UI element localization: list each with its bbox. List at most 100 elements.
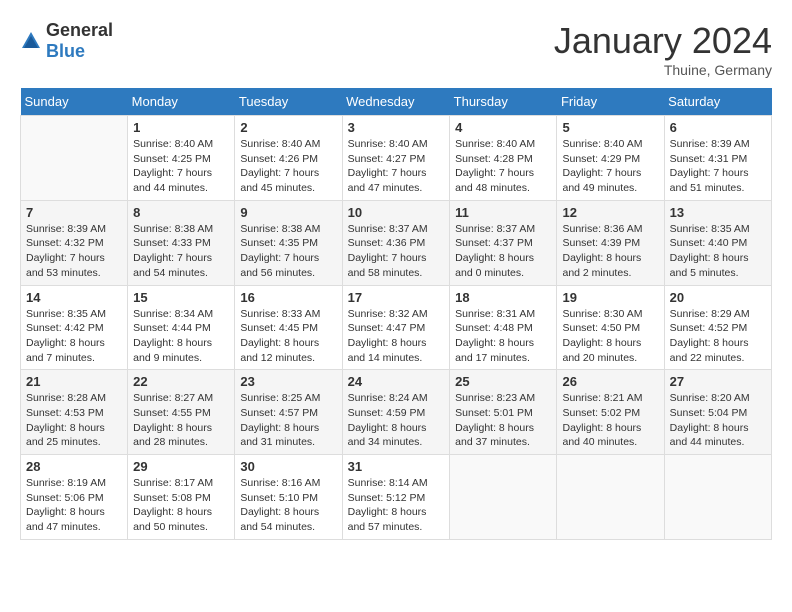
calendar-cell: 20 Sunrise: 8:29 AMSunset: 4:52 PMDayligh… (664, 285, 771, 370)
calendar-cell: 5Sunrise: 8:40 AMSunset: 4:29 PMDaylight… (557, 116, 664, 201)
calendar-cell: 18 Sunrise: 8:31 AMSunset: 4:48 PMDayligh… (450, 285, 557, 370)
calendar-cell: 4 Sunrise: 8:40 AMSunset: 4:28 PMDaylight… (450, 116, 557, 201)
day-number: 13 (670, 205, 766, 220)
day-number: 15 (133, 290, 229, 305)
header-monday: Monday (128, 88, 235, 116)
day-info: Sunrise: 8:31 AMSunset: 4:48 PMDaylight:… (455, 307, 551, 366)
day-info: Sunrise: 8:17 AMSunset: 5:08 PMDaylight:… (133, 476, 229, 535)
day-info: Sunrise: 8:37 AMSunset: 4:37 PMDaylight:… (455, 222, 551, 281)
calendar-cell: 6Sunrise: 8:39 AMSunset: 4:31 PMDaylight… (664, 116, 771, 201)
calendar-cell: 14 Sunrise: 8:35 AMSunset: 4:42 PMDayligh… (21, 285, 128, 370)
calendar-cell: 13 Sunrise: 8:35 AMSunset: 4:40 PMDayligh… (664, 200, 771, 285)
calendar-cell (664, 455, 771, 540)
calendar-cell: 10 Sunrise: 8:37 AMSunset: 4:36 PMDayligh… (342, 200, 450, 285)
day-info: Sunrise: 8:40 AMSunset: 4:26 PMDaylight:… (240, 137, 336, 196)
calendar-cell: 29 Sunrise: 8:17 AMSunset: 5:08 PMDayligh… (128, 455, 235, 540)
day-number: 16 (240, 290, 336, 305)
day-info: Sunrise: 8:21 AMSunset: 5:02 PMDaylight:… (562, 391, 658, 450)
day-info: Sunrise: 8:40 AMSunset: 4:28 PMDaylight:… (455, 137, 551, 196)
day-info: Sunrise: 8:37 AMSunset: 4:36 PMDaylight:… (348, 222, 445, 281)
logo: General Blue (20, 20, 113, 62)
calendar-cell: 16 Sunrise: 8:33 AMSunset: 4:45 PMDayligh… (235, 285, 342, 370)
day-info: Sunrise: 8:24 AMSunset: 4:59 PMDaylight:… (348, 391, 445, 450)
day-number: 12 (562, 205, 658, 220)
calendar-cell: 7 Sunrise: 8:39 AMSunset: 4:32 PMDaylight… (21, 200, 128, 285)
day-number: 30 (240, 459, 336, 474)
day-number: 7 (26, 205, 122, 220)
title-area: January 2024 Thuine, Germany (554, 20, 772, 78)
day-number: 1 (133, 120, 229, 135)
day-info: Sunrise: 8:14 AMSunset: 5:12 PMDaylight:… (348, 476, 445, 535)
calendar-cell (21, 116, 128, 201)
day-info: Sunrise: 8:38 AMSunset: 4:35 PMDaylight:… (240, 222, 336, 281)
calendar-cell: 28 Sunrise: 8:19 AMSunset: 5:06 PMDayligh… (21, 455, 128, 540)
calendar-cell: 2 Sunrise: 8:40 AMSunset: 4:26 PMDaylight… (235, 116, 342, 201)
day-info: Sunrise: 8:36 AMSunset: 4:39 PMDaylight:… (562, 222, 658, 281)
week-row-2: 7 Sunrise: 8:39 AMSunset: 4:32 PMDaylight… (21, 200, 772, 285)
day-number: 9 (240, 205, 336, 220)
day-number: 8 (133, 205, 229, 220)
header-wednesday: Wednesday (342, 88, 450, 116)
calendar-cell: 26Sunrise: 8:21 AMSunset: 5:02 PMDayligh… (557, 370, 664, 455)
header-thursday: Thursday (450, 88, 557, 116)
week-row-3: 14 Sunrise: 8:35 AMSunset: 4:42 PMDayligh… (21, 285, 772, 370)
week-row-1: 1Sunrise: 8:40 AMSunset: 4:25 PMDaylight… (21, 116, 772, 201)
week-row-5: 28 Sunrise: 8:19 AMSunset: 5:06 PMDayligh… (21, 455, 772, 540)
day-info: Sunrise: 8:39 AMSunset: 4:32 PMDaylight:… (26, 222, 122, 281)
calendar-cell: 12 Sunrise: 8:36 AMSunset: 4:39 PMDayligh… (557, 200, 664, 285)
day-number: 14 (26, 290, 122, 305)
calendar-table: SundayMondayTuesdayWednesdayThursdayFrid… (20, 88, 772, 540)
day-info: Sunrise: 8:40 AMSunset: 4:29 PMDaylight:… (562, 137, 658, 196)
day-info: Sunrise: 8:29 AMSunset: 4:52 PMDaylight:… (670, 307, 766, 366)
day-number: 10 (348, 205, 445, 220)
day-number: 24 (348, 374, 445, 389)
day-number: 22 (133, 374, 229, 389)
calendar-cell: 9 Sunrise: 8:38 AMSunset: 4:35 PMDaylight… (235, 200, 342, 285)
page-header: General Blue January 2024 Thuine, German… (20, 20, 772, 78)
calendar-cell: 24 Sunrise: 8:24 AMSunset: 4:59 PMDayligh… (342, 370, 450, 455)
day-number: 3 (348, 120, 445, 135)
day-number: 2 (240, 120, 336, 135)
day-info: Sunrise: 8:32 AMSunset: 4:47 PMDaylight:… (348, 307, 445, 366)
day-number: 28 (26, 459, 122, 474)
logo-icon (20, 30, 42, 52)
day-info: Sunrise: 8:20 AMSunset: 5:04 PMDaylight:… (670, 391, 766, 450)
header-tuesday: Tuesday (235, 88, 342, 116)
day-info: Sunrise: 8:23 AMSunset: 5:01 PMDaylight:… (455, 391, 551, 450)
calendar-cell: 17 Sunrise: 8:32 AMSunset: 4:47 PMDayligh… (342, 285, 450, 370)
header-sunday: Sunday (21, 88, 128, 116)
calendar-cell: 27Sunrise: 8:20 AMSunset: 5:04 PMDayligh… (664, 370, 771, 455)
day-info: Sunrise: 8:28 AMSunset: 4:53 PMDaylight:… (26, 391, 122, 450)
day-number: 18 (455, 290, 551, 305)
calendar-header-row: SundayMondayTuesdayWednesdayThursdayFrid… (21, 88, 772, 116)
day-number: 21 (26, 374, 122, 389)
day-info: Sunrise: 8:25 AMSunset: 4:57 PMDaylight:… (240, 391, 336, 450)
calendar-cell: 8 Sunrise: 8:38 AMSunset: 4:33 PMDaylight… (128, 200, 235, 285)
day-info: Sunrise: 8:35 AMSunset: 4:40 PMDaylight:… (670, 222, 766, 281)
calendar-cell: 19Sunrise: 8:30 AMSunset: 4:50 PMDayligh… (557, 285, 664, 370)
calendar-cell (557, 455, 664, 540)
day-info: Sunrise: 8:33 AMSunset: 4:45 PMDaylight:… (240, 307, 336, 366)
day-number: 31 (348, 459, 445, 474)
logo-general-text: General (46, 20, 113, 40)
day-info: Sunrise: 8:35 AMSunset: 4:42 PMDaylight:… (26, 307, 122, 366)
day-info: Sunrise: 8:27 AMSunset: 4:55 PMDaylight:… (133, 391, 229, 450)
day-info: Sunrise: 8:38 AMSunset: 4:33 PMDaylight:… (133, 222, 229, 281)
calendar-cell: 23Sunrise: 8:25 AMSunset: 4:57 PMDayligh… (235, 370, 342, 455)
calendar-cell: 25Sunrise: 8:23 AMSunset: 5:01 PMDayligh… (450, 370, 557, 455)
day-number: 20 (670, 290, 766, 305)
day-number: 17 (348, 290, 445, 305)
header-friday: Friday (557, 88, 664, 116)
day-info: Sunrise: 8:19 AMSunset: 5:06 PMDaylight:… (26, 476, 122, 535)
day-number: 29 (133, 459, 229, 474)
day-info: Sunrise: 8:16 AMSunset: 5:10 PMDaylight:… (240, 476, 336, 535)
day-number: 11 (455, 205, 551, 220)
logo-wordmark: General Blue (46, 20, 113, 62)
calendar-cell: 3Sunrise: 8:40 AMSunset: 4:27 PMDaylight… (342, 116, 450, 201)
calendar-cell: 15Sunrise: 8:34 AMSunset: 4:44 PMDayligh… (128, 285, 235, 370)
calendar-cell: 21 Sunrise: 8:28 AMSunset: 4:53 PMDayligh… (21, 370, 128, 455)
day-number: 19 (562, 290, 658, 305)
day-number: 4 (455, 120, 551, 135)
calendar-cell: 30 Sunrise: 8:16 AMSunset: 5:10 PMDayligh… (235, 455, 342, 540)
calendar-cell: 31 Sunrise: 8:14 AMSunset: 5:12 PMDayligh… (342, 455, 450, 540)
